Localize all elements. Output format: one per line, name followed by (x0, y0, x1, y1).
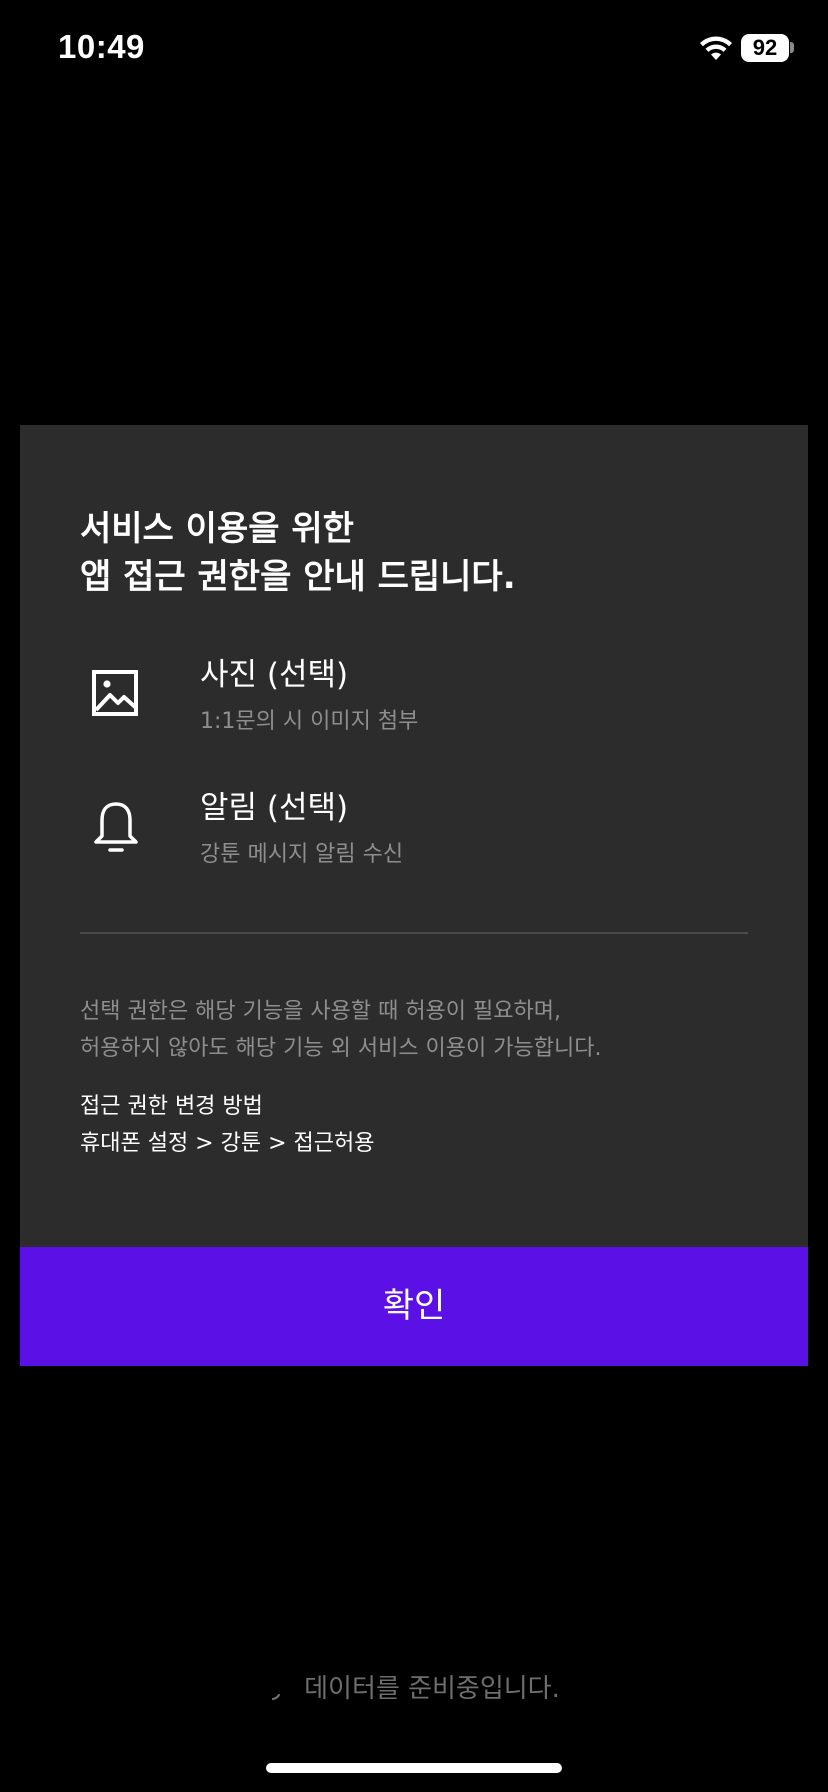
guide-title: 접근 권한 변경 방법 (80, 1094, 263, 1119)
permission-item-photo: 사진 (선택) 1:1문의 시 이미지 첨부 (80, 647, 760, 747)
loading-message: 데이터를 준비중입니다. (0, 1668, 828, 1705)
dialog-title: 서비스 이용을 위한 앱 접근 권한을 안내 드립니다. (80, 505, 760, 601)
permission-label: 사진 (선택) (200, 657, 349, 693)
notice-line: 선택 권한은 해당 기능을 사용할 때 허용이 필요하며, (80, 999, 561, 1024)
optional-permission-notice: 선택 권한은 해당 기능을 사용할 때 허용이 필요하며, 허용하지 않아도 해… (80, 993, 760, 1067)
spinner-icon (272, 1693, 281, 1700)
battery-nub (790, 42, 794, 53)
guide-path: 휴대폰 설정 > 강툰 > 접근허용 (80, 1131, 375, 1156)
permission-item-notification: 알림 (선택) 강툰 메시지 알림 수신 (80, 780, 760, 880)
permission-description: 1:1문의 시 이미지 첨부 (200, 709, 419, 734)
battery-icon: 92 (741, 34, 789, 62)
dialog-title-line: 서비스 이용을 위한 (80, 509, 354, 549)
status-time: 10:49 (58, 28, 145, 65)
notice-line: 허용하지 않아도 해당 기능 외 서비스 이용이 가능합니다. (80, 1036, 602, 1061)
permission-label: 알림 (선택) (200, 790, 349, 826)
permission-change-guide: 접근 권한 변경 방법 휴대폰 설정 > 강툰 > 접근허용 (80, 1088, 760, 1162)
image-icon (92, 670, 138, 716)
permission-dialog: 서비스 이용을 위한 앱 접근 권한을 안내 드립니다. 사진 (선택) 1:1… (20, 425, 808, 1366)
confirm-button[interactable]: 확인 (20, 1247, 808, 1366)
bell-icon (94, 802, 138, 852)
home-indicator[interactable] (266, 1763, 562, 1773)
battery-level: 92 (752, 35, 778, 60)
permission-description: 강툰 메시지 알림 수신 (200, 842, 404, 867)
status-bar: 10:49 92 (0, 0, 828, 100)
loading-text: 데이터를 준비중입니다. (304, 1674, 560, 1704)
divider (80, 932, 748, 934)
dialog-title-line: 앱 접근 권한을 안내 드립니다. (80, 557, 516, 597)
wifi-icon (700, 36, 732, 60)
